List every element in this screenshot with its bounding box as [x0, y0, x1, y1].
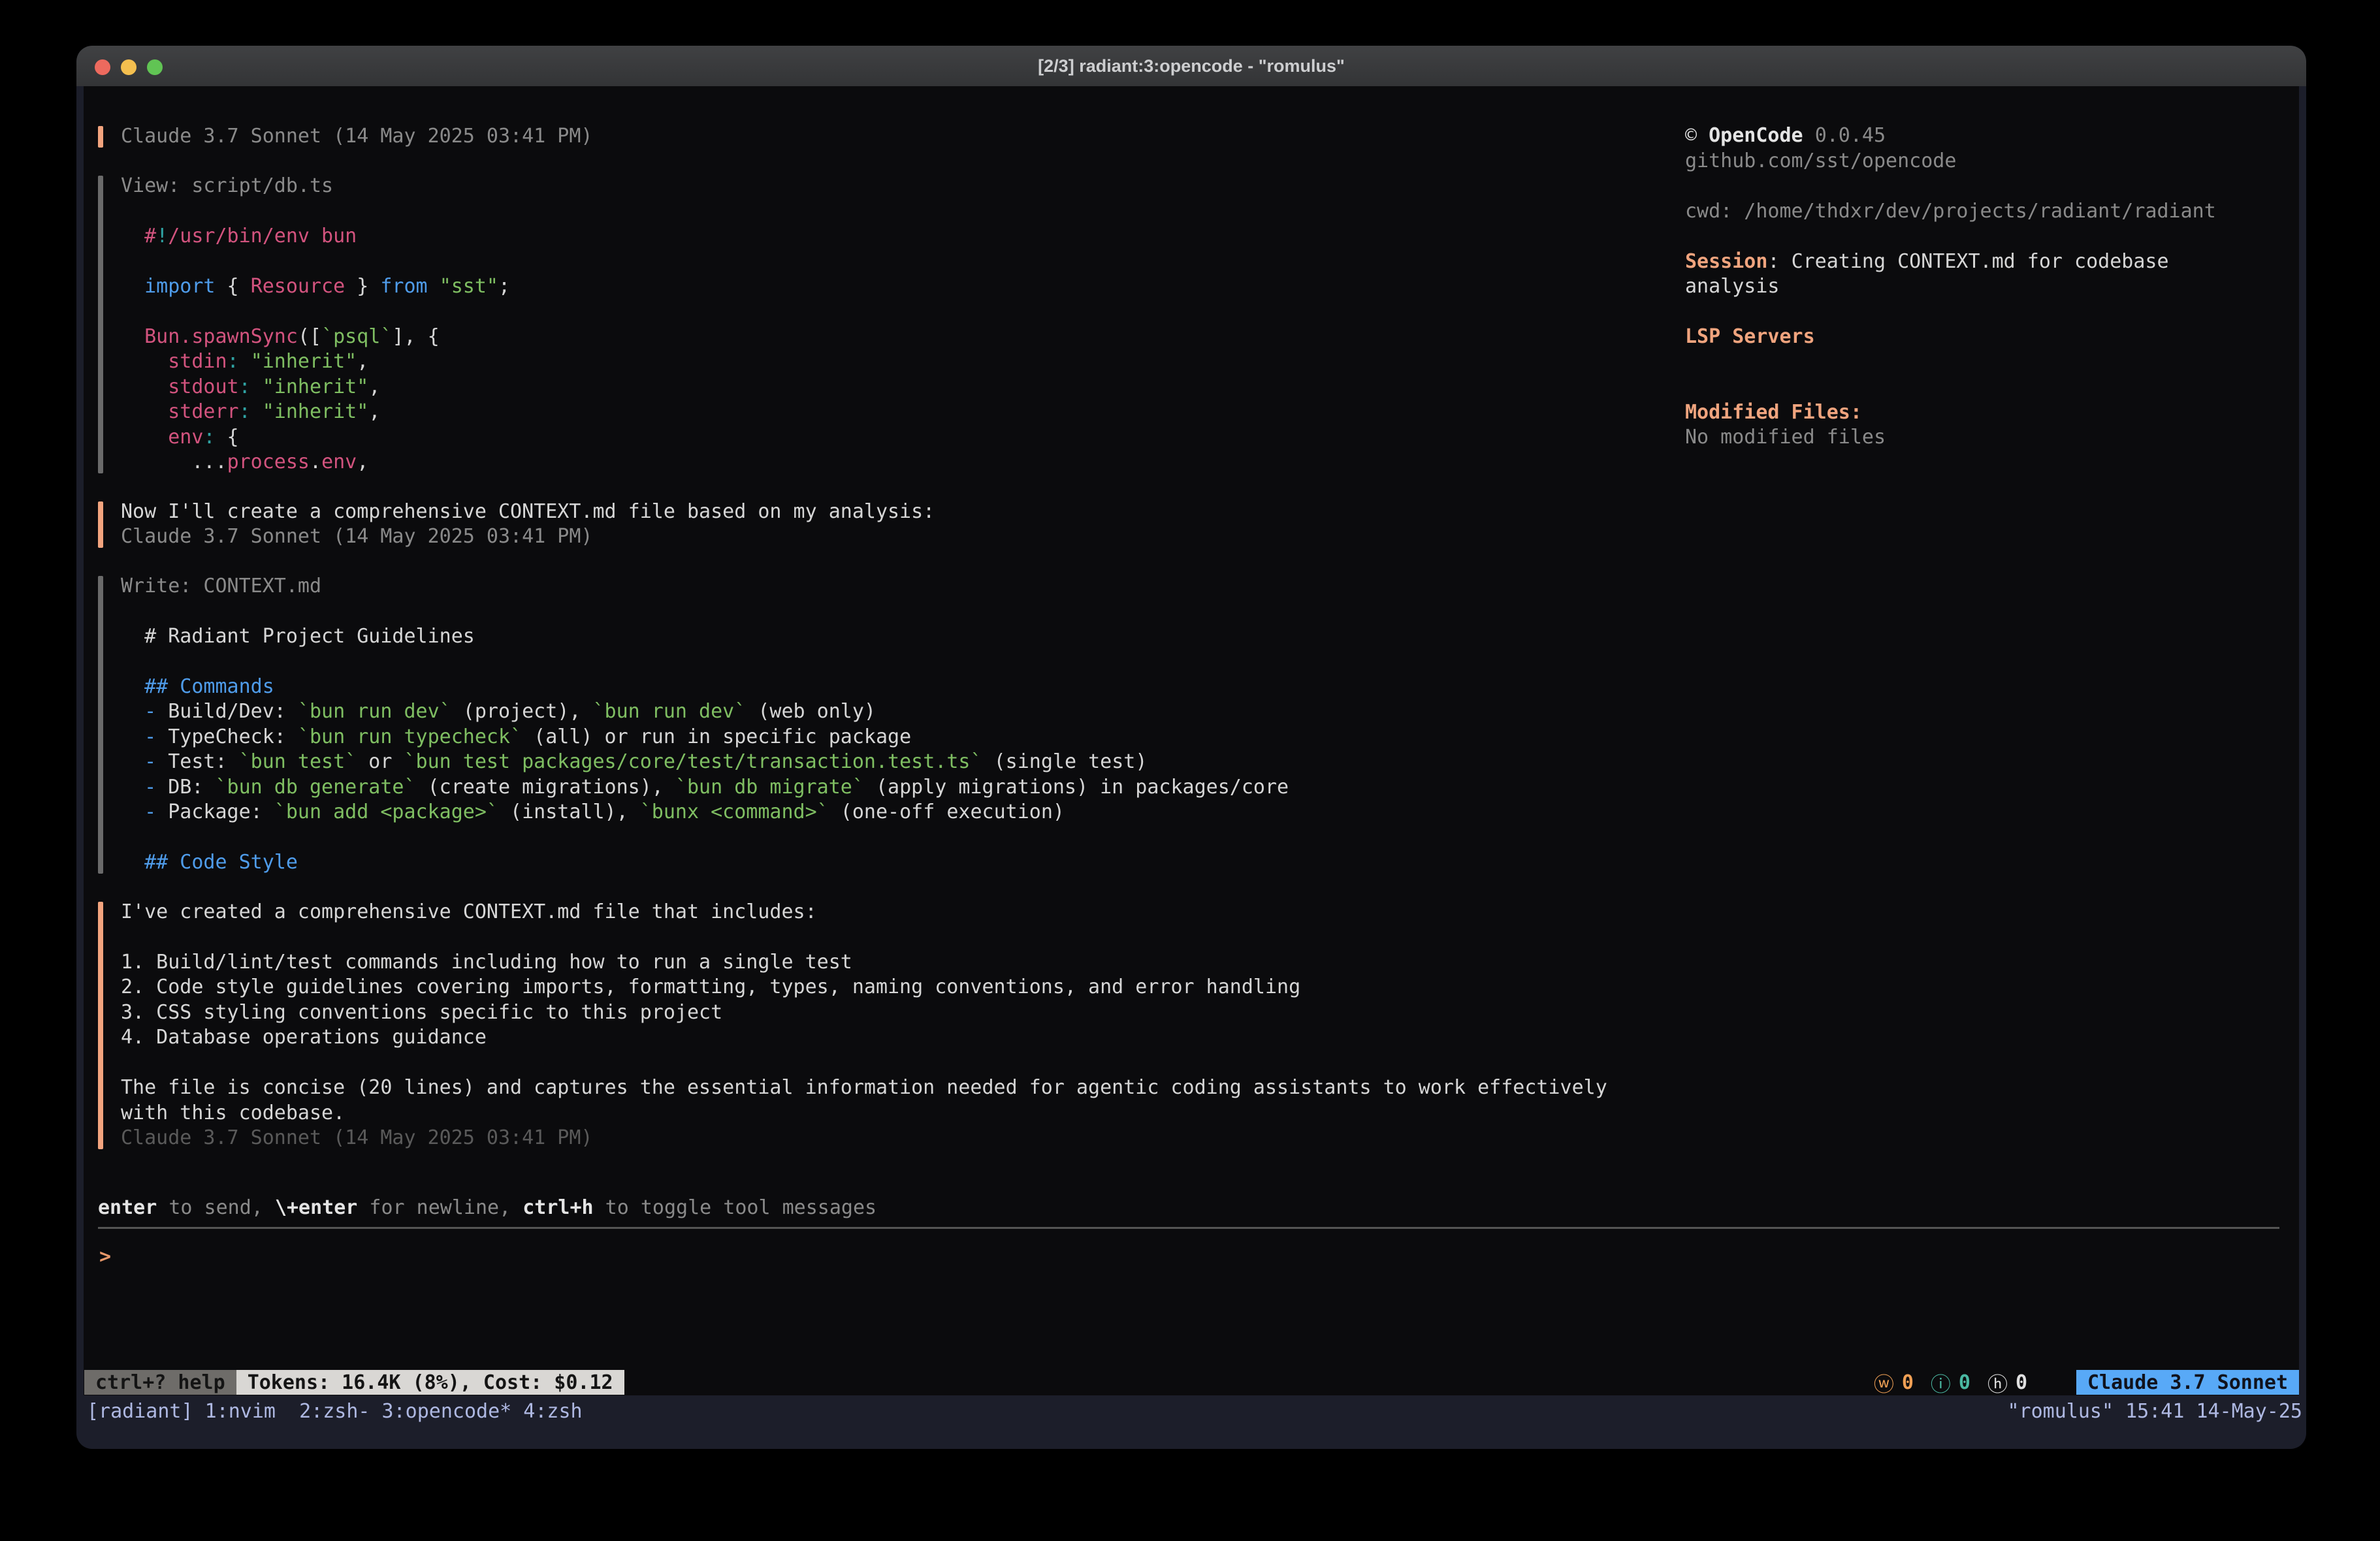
tool-output-block: View: script/db.ts #!/usr/bin/env bun im… [98, 174, 510, 475]
terminal-line: stdin: "inherit", [121, 349, 510, 375]
tool-output-block: Write: CONTEXT.md # Radiant Project Guid… [98, 574, 1289, 876]
terminal-line: LSP Servers [1685, 325, 2299, 350]
status-bar: ctrl+? helpTokens: 16.4K (8%), Cost: $0.… [84, 1370, 2299, 1395]
assistant-message-block: I've created a comprehensive CONTEXT.md … [98, 900, 1607, 1151]
diagnostics: ⓦ 0 ⓘ 0 ⓗ 0 [1874, 1370, 2044, 1395]
prompt-input[interactable]: > [99, 1245, 111, 1270]
terminal-line: View: script/db.ts [121, 174, 510, 199]
terminal-line: 3. CSS styling conventions specific to t… [121, 1000, 1607, 1026]
terminal-line: import { Resource } from "sst"; [121, 274, 510, 300]
terminal-content: Claude 3.7 Sonnet (14 May 2025 03:41 PM)… [84, 86, 2299, 1395]
terminal-line: env: { [121, 425, 510, 451]
terminal-line: 2. Code style guidelines covering import… [121, 975, 1607, 1000]
terminal-line: #!/usr/bin/env bun [121, 224, 510, 249]
hints-icon: ⓗ [1987, 1368, 2008, 1397]
terminal-line [1685, 174, 2299, 199]
terminal-line: Claude 3.7 Sonnet (14 May 2025 03:41 PM) [121, 524, 935, 550]
terminal-line: - Test: `bun test` or `bun test packages… [121, 750, 1289, 775]
terminal-line [121, 299, 510, 325]
info-count: 0 [1959, 1371, 1970, 1394]
tokens-cost-chip: Tokens: 16.4K (8%), Cost: $0.12 [236, 1370, 624, 1395]
terminal-line [121, 825, 1289, 851]
warnings-count: 0 [1902, 1371, 1914, 1394]
terminal-line: - DB: `bun db generate` (create migratio… [121, 775, 1289, 801]
terminal-line: Modified Files: [1685, 400, 2299, 426]
terminal-line: github.com/sst/opencode [1685, 149, 2299, 174]
terminal-line: ## Commands [121, 675, 1289, 700]
info-icon: ⓘ [1931, 1368, 1951, 1397]
terminal-line: No modified files [1685, 425, 2299, 451]
terminal-line [121, 199, 510, 224]
terminal-line: - Build/Dev: `bun run dev` (project), `b… [121, 699, 1289, 725]
terminal-line [121, 649, 1289, 675]
terminal-window: [2/3] radiant:3:opencode - "romulus" Cla… [76, 46, 2306, 1449]
tmux-session-info: "romulus" 15:41 14-May-25 [2007, 1399, 2302, 1425]
tmux-window-list: [radiant] 1:nvim 2:zsh- 3:opencode* 4:zs… [87, 1399, 583, 1425]
terminal-line: 1. Build/lint/test commands including ho… [121, 950, 1607, 976]
terminal-line: - TypeCheck: `bun run typecheck` (all) o… [121, 725, 1289, 750]
assistant-message-block: Now I'll create a comprehensive CONTEXT.… [98, 500, 935, 550]
warnings-icon: ⓦ [1874, 1368, 1894, 1397]
terminal-line: © OpenCode 0.0.45 [1685, 123, 2299, 149]
message-accent-bar [98, 501, 103, 548]
terminal-line: ## Code Style [121, 850, 1289, 876]
minimize-button[interactable] [121, 59, 137, 75]
input-divider [98, 1227, 2279, 1229]
message-accent-bar [98, 902, 103, 1149]
terminal-line: ...process.env, [121, 450, 510, 475]
terminal-line: Session: Creating CONTEXT.md for codebas… [1685, 249, 2299, 275]
message-accent-bar [98, 126, 103, 148]
terminal-line: - Package: `bun add <package>` (install)… [121, 800, 1289, 825]
terminal-line: Claude 3.7 Sonnet (14 May 2025 03:41 PM) [121, 124, 592, 150]
terminal-line [121, 1051, 1607, 1076]
terminal-line [1685, 375, 2299, 400]
terminal-line: Bun.spawnSync([`psql`], { [121, 325, 510, 350]
terminal-line: Now I'll create a comprehensive CONTEXT.… [121, 500, 935, 525]
zoom-button[interactable] [147, 59, 163, 75]
terminal-line: 4. Database operations guidance [121, 1025, 1607, 1051]
terminal-line [1685, 300, 2299, 325]
terminal-line: Claude 3.7 Sonnet (14 May 2025 03:41 PM) [121, 1126, 1607, 1151]
terminal-line [121, 925, 1607, 950]
terminal-line [1685, 224, 2299, 249]
window-titlebar[interactable]: [2/3] radiant:3:opencode - "romulus" [76, 46, 2306, 86]
terminal-line [121, 599, 1289, 624]
hints-count: 0 [2016, 1371, 2027, 1394]
assistant-message-block: Claude 3.7 Sonnet (14 May 2025 03:41 PM) [98, 124, 592, 150]
terminal-line: enter to send, \+enter for newline, ctrl… [98, 1196, 876, 1221]
terminal-line: stderr: "inherit", [121, 400, 510, 425]
terminal-line: cwd: /home/thdxr/dev/projects/radiant/ra… [1685, 199, 2299, 225]
keybind-help: enter to send, \+enter for newline, ctrl… [98, 1196, 876, 1221]
model-chip[interactable]: Claude 3.7 Sonnet [2076, 1370, 2299, 1395]
terminal-line: # Radiant Project Guidelines [121, 624, 1289, 650]
terminal-line: Write: CONTEXT.md [121, 574, 1289, 599]
terminal-line: stdout: "inherit", [121, 375, 510, 400]
terminal-line: I've created a comprehensive CONTEXT.md … [121, 900, 1607, 925]
message-accent-bar [98, 176, 103, 473]
terminal-line [121, 249, 510, 274]
desktop-background: [2/3] radiant:3:opencode - "romulus" Cla… [0, 0, 2380, 1541]
close-button[interactable] [95, 59, 110, 75]
terminal-line: analysis [1685, 274, 2299, 300]
session-sidebar: © OpenCode 0.0.45github.com/sst/opencode… [1685, 123, 2299, 451]
help-chip[interactable]: ctrl+? help [84, 1370, 236, 1395]
window-title: [2/3] radiant:3:opencode - "romulus" [76, 46, 2306, 86]
terminal-line: The file is concise (20 lines) and captu… [121, 1075, 1607, 1101]
prompt-caret: > [99, 1245, 111, 1268]
terminal-line [1685, 350, 2299, 375]
message-accent-bar [98, 576, 103, 874]
terminal-line: with this codebase. [121, 1101, 1607, 1126]
